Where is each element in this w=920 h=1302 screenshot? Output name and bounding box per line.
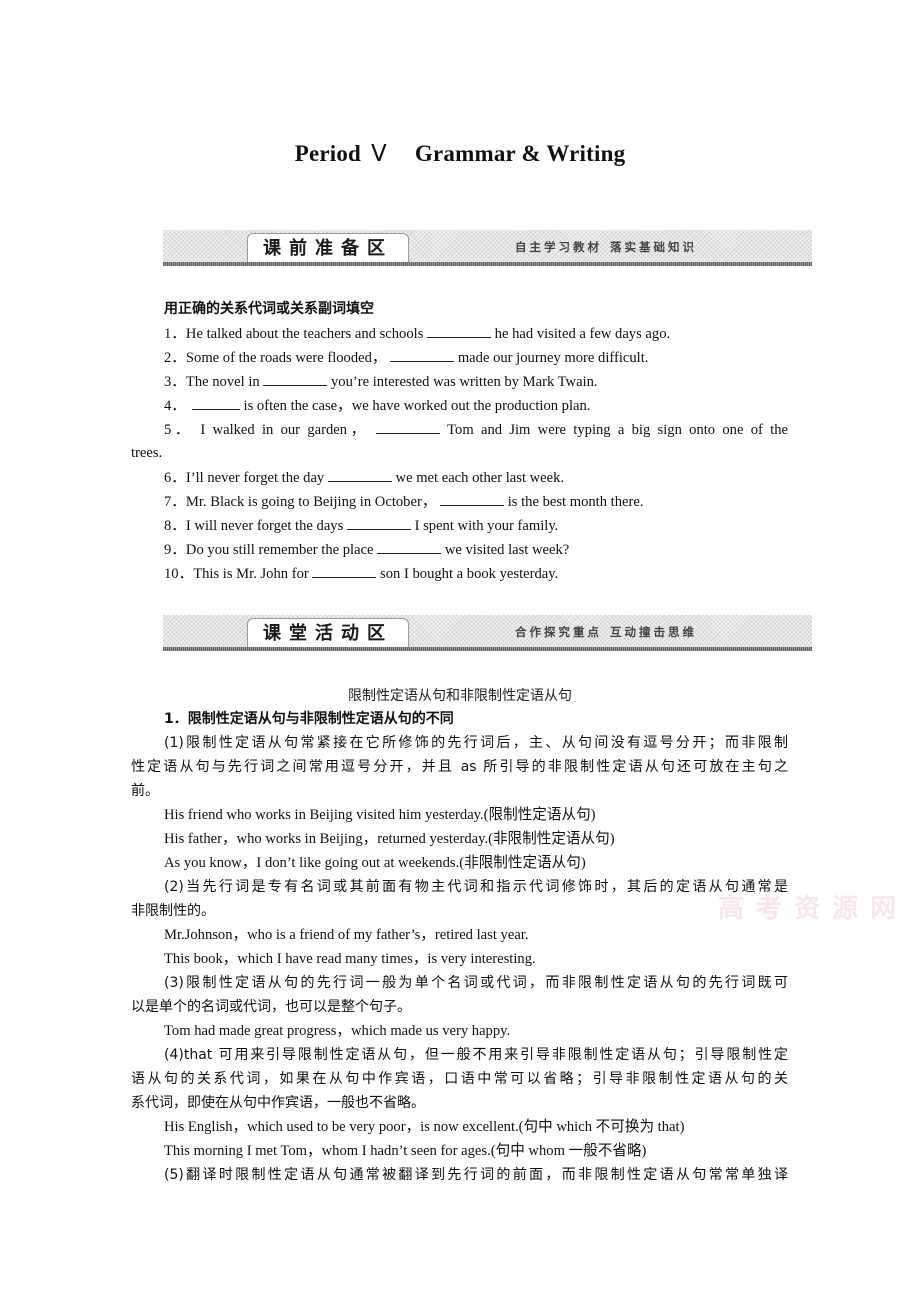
answer-blank[interactable] bbox=[377, 539, 442, 554]
item-text-after: we met each other last week. bbox=[391, 470, 565, 486]
lesson-topic: 限制性定语从句和非限制性定语从句 bbox=[348, 688, 572, 704]
exercise-item-continuation: trees. bbox=[131, 445, 163, 461]
item-text-after: he had visited a few days ago. bbox=[491, 326, 671, 342]
item-text-before: The novel in bbox=[185, 374, 264, 390]
paragraph-2-line: 非限制性的。 bbox=[131, 903, 215, 919]
example-sentence: His father，who works in Beijing，returned… bbox=[164, 831, 615, 847]
exercise-item: 4． is often the case，we have worked out … bbox=[164, 395, 590, 416]
banner-tab-label: 课前准备区 bbox=[247, 233, 409, 263]
title-roman-numeral: Ⅴ bbox=[371, 141, 387, 166]
exercise-item: 2．Some of the roads were flooded， made o… bbox=[164, 347, 648, 368]
banner-tagline: 合作探究重点 互动撞击思维 bbox=[515, 624, 705, 640]
banner-tagline-part-2: 互动撞击思维 bbox=[610, 625, 697, 639]
item-number: 10． bbox=[164, 566, 194, 582]
item-text-before: I’ll never forget the day bbox=[185, 470, 328, 486]
page-title: Period Ⅴ Grammar & Writing bbox=[0, 141, 920, 167]
answer-blank[interactable] bbox=[312, 563, 377, 578]
exercise-instruction: 用正确的关系代词或关系副词填空 bbox=[164, 301, 374, 317]
item-number: 2． bbox=[164, 350, 186, 366]
item-number: 1． bbox=[164, 326, 186, 342]
item-number: 9． bbox=[164, 542, 186, 558]
banner-tagline-part-2: 落实基础知识 bbox=[610, 240, 697, 254]
paragraph-3-line: 以是单个的名词或代词，也可以是整个句子。 bbox=[131, 999, 411, 1015]
example-sentence: Tom had made great progress，which made u… bbox=[164, 1023, 511, 1039]
paragraph-3-line: (3)限制性定语从句的先行词一般为单个名词或代词，而非限制性定语从句的先行词既可 bbox=[164, 975, 788, 991]
item-text-before: This is Mr. John for bbox=[193, 566, 313, 582]
banner-tagline: 自主学习教材 落实基础知识 bbox=[515, 239, 705, 255]
exercise-item: 10．This is Mr. John for son I bought a b… bbox=[164, 563, 558, 584]
example-sentence: As you know，I don’t like going out at we… bbox=[164, 855, 586, 871]
item-text-before: Do you still remember the place bbox=[185, 542, 378, 558]
answer-blank[interactable] bbox=[427, 323, 492, 338]
section-heading: 1．限制性定语从句与非限制性定语从句的不同 bbox=[164, 711, 454, 727]
exercise-item: 5． I walked in our garden， Tom and Jim w… bbox=[164, 419, 788, 440]
exercise-item: 7．Mr. Black is going to Beijing in Octob… bbox=[164, 491, 644, 512]
paragraph-1-line: 性定语从句与先行词之间常用逗号分开，并且 as 所引导的非限制性定语从句还可放在… bbox=[131, 759, 788, 775]
paragraph-2-line: (2)当先行词是专有名词或其前面有物主代词和指示代词修饰时，其后的定语从句通常是 bbox=[164, 879, 788, 895]
item-text-after: Tom and Jim were typing a big sign onto … bbox=[447, 422, 788, 438]
example-sentence: His English，which used to be very poor，i… bbox=[164, 1119, 685, 1135]
item-text-after: is often the case，we have worked out the… bbox=[239, 398, 591, 414]
item-text-after: we visited last week? bbox=[441, 542, 570, 558]
answer-blank[interactable] bbox=[390, 347, 455, 362]
item-number: 8． bbox=[164, 518, 186, 534]
paragraph-4-line: (4)that 可用来引导限制性定语从句，但一般不用来引导非限制性定语从句；引导… bbox=[164, 1047, 788, 1063]
title-period: Period bbox=[294, 141, 362, 166]
item-number: 3． bbox=[164, 374, 186, 390]
banner-rule bbox=[163, 647, 812, 651]
example-sentence: His friend who works in Beijing visited … bbox=[164, 807, 596, 823]
exercise-item: 1．He talked about the teachers and schoo… bbox=[164, 323, 670, 344]
exercise-item: 6．I’ll never forget the day we met each … bbox=[164, 467, 564, 488]
item-text-after: made our journey more difficult. bbox=[454, 350, 649, 366]
section-banner-in-class: 课堂活动区 合作探究重点 互动撞击思维 bbox=[163, 615, 812, 651]
item-number: 5． bbox=[164, 422, 194, 438]
paragraph-1-line: 前。 bbox=[131, 783, 159, 799]
paragraph-5-line: (5)翻译时限制性定语从句通常被翻译到先行词的前面，而非限制性定语从句常常单独译 bbox=[164, 1167, 788, 1183]
answer-blank[interactable] bbox=[376, 419, 441, 434]
example-sentence: Mr.Johnson，who is a friend of my father’… bbox=[164, 927, 529, 943]
section-banner-pre-class: 课前准备区 自主学习教材 落实基础知识 bbox=[163, 230, 812, 266]
answer-blank[interactable] bbox=[191, 395, 240, 410]
item-text-before: Mr. Black is going to Beijing in October… bbox=[185, 494, 441, 510]
item-number: 7． bbox=[164, 494, 186, 510]
banner-tab-label: 课堂活动区 bbox=[247, 618, 409, 648]
item-text-after: is the best month there. bbox=[504, 494, 644, 510]
paragraph-4-line: 系代词，即使在从句中作宾语，一般也不省略。 bbox=[131, 1095, 425, 1111]
item-text-before: Some of the roads were flooded， bbox=[185, 350, 391, 366]
example-sentence: This morning I met Tom，whom I hadn’t see… bbox=[164, 1143, 647, 1159]
title-subtitle: Grammar & Writing bbox=[414, 141, 626, 166]
exercise-item: 9．Do you still remember the place we vis… bbox=[164, 539, 569, 560]
banner-tagline-part-1: 自主学习教材 bbox=[515, 240, 602, 254]
example-sentence: This book，which I have read many times，i… bbox=[164, 951, 536, 967]
exercise-item: 3．The novel in you’re interested was wri… bbox=[164, 371, 598, 392]
banner-rule bbox=[163, 262, 812, 266]
paragraph-4-line: 语从句的关系代词，如果在从句中作宾语，口语中常可以省略；引导非限制性定语从句的关 bbox=[131, 1071, 788, 1087]
answer-blank[interactable] bbox=[346, 515, 411, 530]
item-number: 6． bbox=[164, 470, 186, 486]
item-text-after: you’re interested was written by Mark Tw… bbox=[327, 374, 598, 390]
answer-blank[interactable] bbox=[263, 371, 328, 386]
banner-tagline-part-1: 合作探究重点 bbox=[515, 625, 602, 639]
item-text-before: He talked about the teachers and schools bbox=[185, 326, 428, 342]
item-text-before: I will never forget the days bbox=[185, 518, 347, 534]
exercise-item: 8．I will never forget the days I spent w… bbox=[164, 515, 558, 536]
paragraph-1-line: (1)限制性定语从句常紧接在它所修饰的先行词后，主、从句间没有逗号分开；而非限制 bbox=[164, 735, 788, 751]
answer-blank[interactable] bbox=[327, 467, 392, 482]
watermark: 高考资源网 bbox=[718, 894, 909, 924]
answer-blank[interactable] bbox=[440, 491, 505, 506]
item-text-after: son I bought a book yesterday. bbox=[376, 566, 559, 582]
item-text-after: I spent with your family. bbox=[410, 518, 559, 534]
item-number: 4． bbox=[164, 398, 186, 414]
item-text-before: I walked in our garden， bbox=[200, 422, 377, 438]
